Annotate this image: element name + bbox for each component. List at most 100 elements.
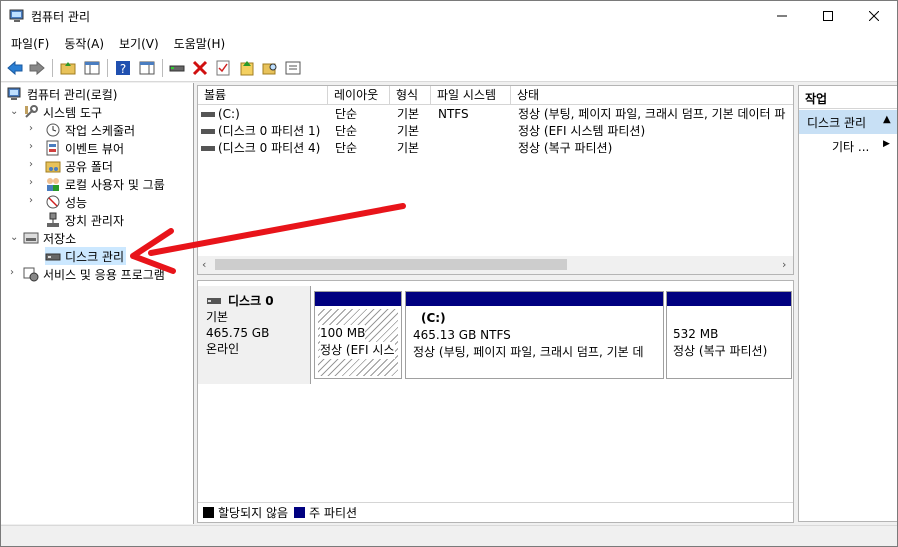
tree-node-disk-management[interactable]: 디스크 관리 [45,247,127,265]
disk-drive-icon [45,253,61,261]
volume-list: 볼륨 레이아웃 형식 파일 시스템 상태 (C:) 단순 기본 NTFS 정상 … [197,85,794,275]
chevron-down-icon[interactable]: ⌄ [10,107,20,117]
partition-efi[interactable]: 100 MB 정상 (EFI 시스 [314,291,402,379]
volume-layout: 단순 [335,107,358,121]
scroll-right-icon[interactable]: › [782,258,786,271]
volume-status: 정상 (EFI 시스템 파티션) [518,124,646,138]
partition-c[interactable]: (C:) 465.13 GB NTFS 정상 (부팅, 페이지 파일, 크래시 … [405,291,664,379]
collapse-up-icon[interactable]: ▲ [883,114,891,125]
connect-drive-icon[interactable] [168,59,186,77]
volume-layout: 단순 [335,124,358,138]
forward-arrow-icon[interactable] [28,59,46,77]
toolbar-separator [52,59,53,77]
tree-node-shared-folders[interactable]: 공유 폴더 [45,157,113,175]
legend-unallocated: 할당되지 않음 [218,506,289,520]
event-log-icon [46,140,59,156]
partition-recovery[interactable]: 532 MB 정상 (복구 파티션) [666,291,792,379]
import-arrow-icon[interactable] [238,59,256,77]
navigation-tree: 컴퓨터 관리(로컬) ⌄ 시스템 도구 › 작업 스케줄러 › 이벤트 뷰어 ›… [1,83,194,524]
chevron-right-icon: ▶ [883,139,890,149]
partition-status: 정상 (복구 파티션) [673,344,768,358]
partition-body: 100 MB 정상 (EFI 시스 [318,309,398,376]
volume-status: 정상 (부팅, 페이지 파일, 크래시 덤프, 기본 데이터 파 [518,107,786,121]
tree-label: 로컬 사용자 및 그룹 [65,177,165,192]
minimize-button[interactable] [759,1,805,31]
properties-pane-icon[interactable] [138,59,156,77]
tree-node-local-users[interactable]: 로컬 사용자 및 그룹 [45,175,165,193]
storage-icon [23,232,39,244]
checkmark-document-icon[interactable] [214,59,232,77]
table-row[interactable]: (C:) 단순 기본 NTFS 정상 (부팅, 페이지 파일, 크래시 덤프, … [198,106,793,123]
column-header-status[interactable]: 상태 [511,86,793,105]
delete-x-icon[interactable] [191,59,209,77]
tree-label: 컴퓨터 관리(로컬) [27,87,118,102]
toolbar-separator [162,59,163,77]
tree-node-task-scheduler[interactable]: 작업 스케줄러 [45,121,135,139]
shared-folder-icon [45,161,61,173]
table-row[interactable]: (디스크 0 파티션 4) 단순 기본 정상 (복구 파티션) [198,140,793,157]
partition-size: 100 MB [320,325,366,342]
tree-node-event-viewer[interactable]: 이벤트 뷰어 [45,139,124,157]
menu-help[interactable]: 도움말(H) [164,35,231,52]
users-icon [47,178,59,191]
partition-label: (C:) [421,311,446,325]
close-button[interactable] [851,1,897,31]
table-row[interactable]: (디스크 0 파티션 1) 단순 기본 정상 (EFI 시스템 파티션) [198,123,793,140]
up-folder-icon[interactable] [59,59,77,77]
volume-name: (C:) [218,107,240,121]
disk-drive-icon [207,298,221,304]
show-hide-tree-icon[interactable] [83,59,101,77]
toolbar-separator [107,59,108,77]
column-header-layout[interactable]: 레이아웃 [328,86,390,105]
horizontal-scrollbar[interactable]: ‹ › [198,256,793,274]
chevron-right-icon[interactable]: › [29,142,39,152]
disk-name: 디스크 0 [228,294,274,308]
tree-node-services[interactable]: 서비스 및 응용 프로그램 [23,265,165,283]
scroll-left-icon[interactable]: ‹ [202,258,206,271]
actions-more[interactable]: 기타 ... ▶ [799,136,897,156]
tree-node-root[interactable]: 컴퓨터 관리(로컬) [7,85,117,103]
volume-drive-icon [201,112,215,117]
partition-type-bar [406,292,663,306]
volume-type: 기본 [397,141,420,155]
partition-size: 532 MB [673,327,719,341]
chevron-right-icon[interactable]: › [29,178,39,188]
partition-type-bar [315,292,401,306]
maximize-button[interactable] [805,1,851,31]
tree-node-system-tools[interactable]: 시스템 도구 [23,103,102,121]
chevron-right-icon[interactable]: › [29,196,39,206]
toolbar: ? [1,55,897,82]
legend-primary: 주 파티션 [309,506,358,520]
menu-action[interactable]: 동작(A) [54,35,109,52]
partition-body: (C:) 465.13 GB NTFS 정상 (부팅, 페이지 파일, 크래시 … [409,309,660,376]
actions-title: 작업 [799,86,897,109]
status-bar [1,525,897,546]
volume-status: 정상 (복구 파티션) [518,141,613,155]
search-folder-icon[interactable] [261,59,279,77]
tree-node-performance[interactable]: 성능 [45,193,87,211]
menu-view[interactable]: 보기(V) [109,35,164,52]
volume-file-system: NTFS [438,107,469,121]
volume-layout: 단순 [335,141,358,155]
tree-node-device-manager[interactable]: 장치 관리자 [45,211,124,229]
column-header-file-system[interactable]: 파일 시스템 [431,86,511,105]
tree-label: 작업 스케줄러 [65,123,136,138]
tree-label: 이벤트 뷰어 [65,141,125,156]
chevron-right-icon[interactable]: › [29,160,39,170]
tree-label: 디스크 관리 [65,249,125,264]
list-view-icon[interactable] [284,59,302,77]
help-icon[interactable]: ? [114,59,132,77]
chevron-right-icon[interactable]: › [29,124,39,134]
chevron-down-icon[interactable]: ⌄ [10,233,20,243]
disk-info-block[interactable]: 디스크 0 기본 465.75 GB 온라인 [198,286,311,384]
chevron-right-icon[interactable]: › [10,268,20,278]
partition-type-bar [667,292,791,306]
scrollbar-thumb[interactable] [215,259,567,270]
actions-section-disk-management[interactable]: 디스크 관리 ▲ [799,110,897,134]
legend-swatch-primary [294,507,306,518]
column-header-type[interactable]: 형식 [390,86,431,105]
menu-file[interactable]: 파일(F) [1,35,54,52]
back-arrow-icon[interactable] [6,59,24,77]
column-header-volume[interactable]: 볼륨 [198,86,328,105]
tree-node-storage[interactable]: 저장소 [23,229,76,247]
